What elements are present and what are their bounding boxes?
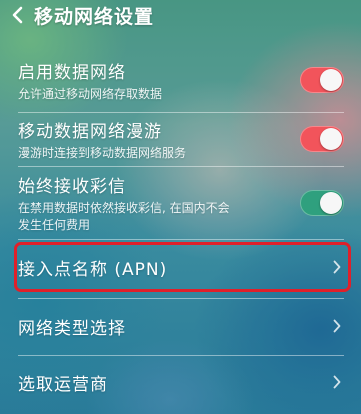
toggle-knob	[320, 192, 342, 214]
divider	[18, 298, 344, 299]
divider	[18, 166, 344, 167]
toggle-knob	[320, 69, 342, 91]
setting-enable-data-title: 启用数据网络	[18, 62, 126, 83]
setting-network-type[interactable]: 网络类型选择	[18, 302, 344, 350]
enable-data-toggle[interactable]	[300, 67, 344, 93]
setting-operator-title: 选取运营商	[18, 374, 108, 395]
back-button[interactable]	[0, 0, 34, 30]
apn-highlight-box	[14, 242, 351, 292]
setting-roaming-title: 移动数据网络漫游	[18, 121, 162, 142]
setting-network-type-title: 网络类型选择	[18, 318, 126, 339]
setting-mms-subtitle: 在禁用数据时依然接收彩信, 在国内不会 发生任何费用	[18, 200, 230, 234]
chevron-right-icon	[330, 372, 344, 392]
mms-toggle[interactable]	[300, 190, 344, 216]
setting-mms[interactable]: 始终接收彩信 在禁用数据时依然接收彩信, 在国内不会 发生任何费用	[18, 171, 344, 235]
setting-mms-title: 始终接收彩信	[18, 177, 126, 197]
setting-mms-subtitle-line1: 在禁用数据时依然接收彩信, 在国内不会	[18, 201, 230, 215]
setting-enable-data-subtitle: 允许通过移动网络存取数据	[18, 86, 163, 101]
setting-operator[interactable]: 选取运营商	[18, 358, 344, 406]
divider	[18, 112, 344, 113]
divider	[18, 355, 344, 356]
app-header: 移动网络设置	[0, 0, 361, 30]
chevron-right-icon	[330, 316, 344, 336]
toggle-knob	[320, 128, 342, 150]
roaming-toggle[interactable]	[300, 126, 344, 152]
chevron-left-icon	[12, 6, 23, 24]
setting-enable-data[interactable]: 启用数据网络 允许通过移动网络存取数据	[18, 55, 344, 105]
divider	[18, 239, 344, 240]
setting-roaming-subtitle: 漫游时连接到移动数据网络服务	[18, 145, 187, 160]
setting-mms-subtitle-line2: 发生任何费用	[18, 218, 91, 232]
setting-roaming[interactable]: 移动数据网络漫游 漫游时连接到移动数据网络服务	[18, 114, 344, 164]
page-title: 移动网络设置	[34, 5, 155, 28]
